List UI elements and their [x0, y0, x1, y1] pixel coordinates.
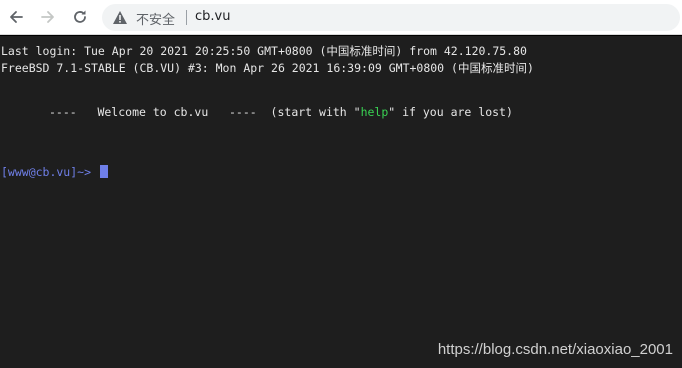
shell-prompt: [www@cb.vu]~> [1, 165, 98, 179]
watermark-text: https://blog.csdn.net/xiaoxiao_2001 [437, 341, 673, 358]
os-banner-line: FreeBSD 7.1-STABLE (CB.VU) #3: Mon Apr 2… [1, 61, 534, 75]
warning-triangle-icon[interactable] [112, 10, 128, 25]
welcome-line: ---- Welcome to cb.vu ---- (start with "… [49, 105, 513, 120]
forward-button[interactable] [36, 5, 60, 29]
welcome-prefix: ---- Welcome to cb.vu ---- (start with " [49, 105, 361, 119]
browser-toolbar: 不安全 cb.vu [0, 0, 682, 35]
welcome-suffix: " if you are lost) [388, 105, 513, 119]
text-cursor[interactable] [99, 165, 108, 178]
reload-icon [74, 10, 86, 23]
url-text[interactable]: cb.vu [195, 9, 230, 24]
last-login-line: Last login: Tue Apr 20 2021 20:25:50 GMT… [1, 44, 527, 58]
omnibox-divider [186, 10, 187, 25]
reload-button[interactable] [68, 5, 92, 29]
command-prompt-line[interactable]: [www@cb.vu]~> [1, 165, 108, 180]
help-keyword: help [360, 105, 389, 119]
address-bar[interactable]: 不安全 cb.vu [102, 4, 680, 31]
arrow-right-icon [41, 11, 54, 23]
security-status-label[interactable]: 不安全 [136, 9, 175, 28]
terminal-screen[interactable]: Last login: Tue Apr 20 2021 20:25:50 GMT… [0, 36, 682, 368]
back-button[interactable] [4, 5, 28, 29]
arrow-left-icon [10, 11, 23, 23]
